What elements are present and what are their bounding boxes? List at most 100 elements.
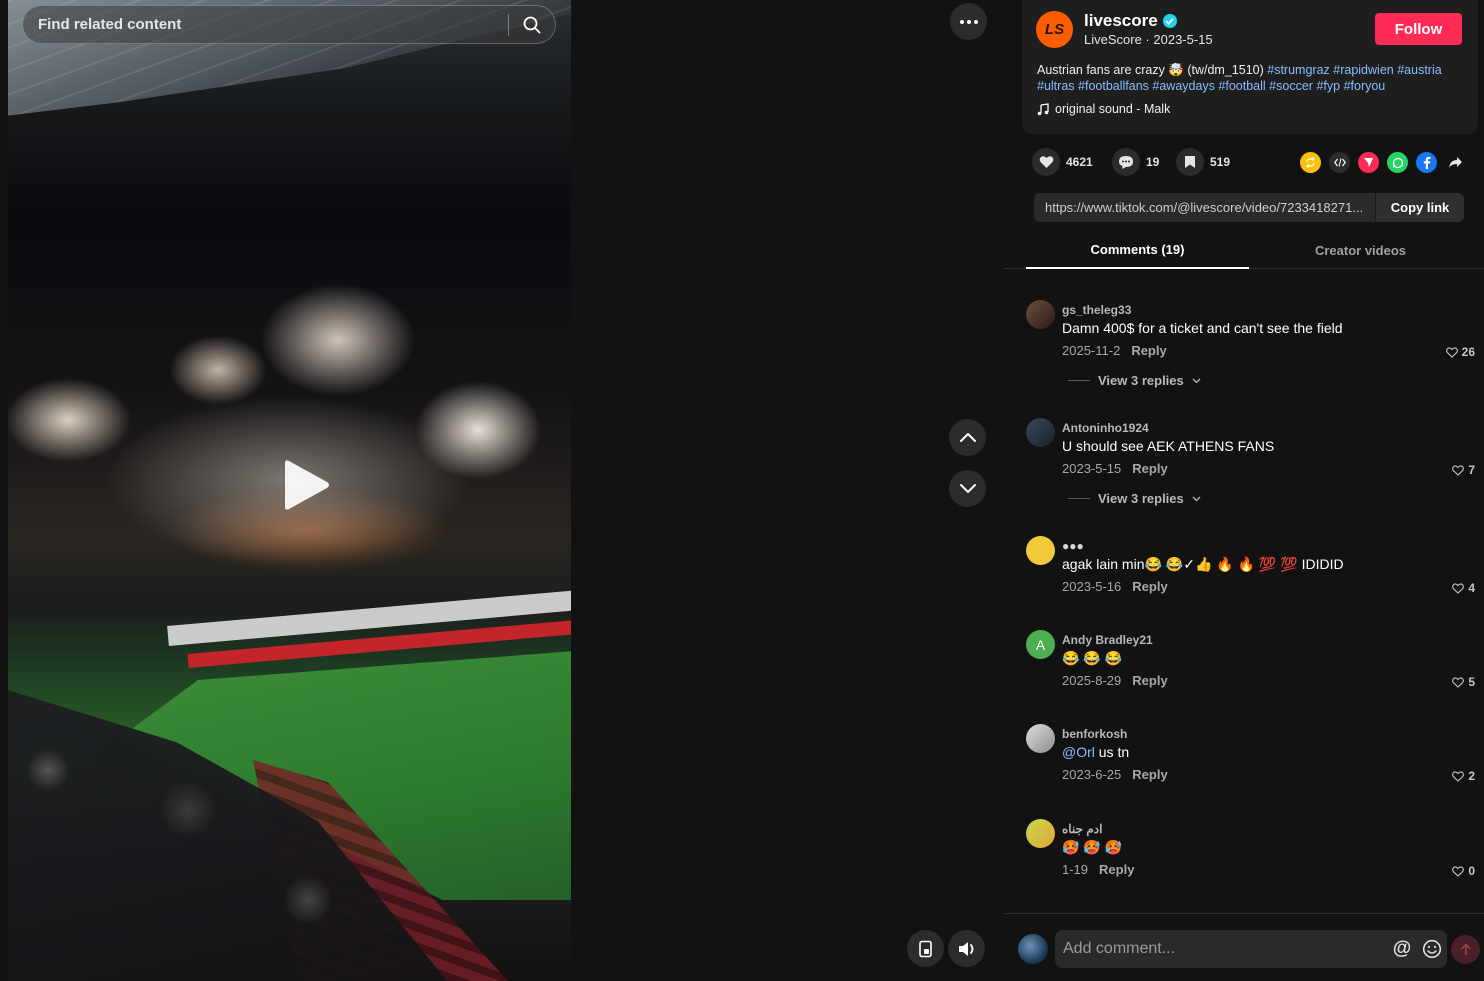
commenter-username[interactable]: benforkosh [1062,727,1127,741]
comment-input[interactable] [1055,930,1387,968]
follow-button[interactable]: Follow [1375,13,1462,45]
comment-meta: 2025-11-2 Reply [1062,343,1167,358]
reply-button[interactable]: Reply [1099,862,1134,877]
commenter-avatar[interactable] [1026,819,1055,848]
author-username[interactable]: livescore [1084,11,1177,31]
like-action[interactable]: 4621 [1032,148,1093,176]
comment-like[interactable]: 7 [1452,463,1475,477]
mini-player-button[interactable] [907,930,944,967]
mention-icon[interactable]: @ [1387,934,1417,964]
more-options-button[interactable] [950,3,987,40]
heart-icon[interactable] [1032,148,1060,176]
emoji-icon[interactable] [1417,934,1447,964]
view-replies-button[interactable]: View 3 replies [1068,491,1201,506]
comment-like[interactable]: 2 [1452,769,1475,783]
sound-link[interactable]: original sound - Malk [1037,102,1170,116]
copy-link-button[interactable]: Copy link [1375,193,1464,222]
author-display-name: LiveScore [1084,32,1142,47]
send-comment-button[interactable] [1451,935,1480,964]
view-replies-label[interactable]: View 3 replies [1098,491,1184,506]
volume-icon [958,941,973,956]
tab-comments[interactable]: Comments (19) [1026,231,1249,269]
heart-outline-icon[interactable] [1452,464,1465,476]
embed-icon[interactable] [1329,152,1350,173]
commenter-avatar[interactable] [1026,724,1055,753]
heart-outline-icon[interactable] [1445,346,1458,358]
comment-meta: 2025-8-29 Reply [1062,673,1168,688]
verified-icon [1162,14,1177,28]
next-video-button[interactable] [949,470,986,507]
comment-date: 2025-8-29 [1062,673,1122,688]
tab-creator-videos[interactable]: Creator videos [1249,231,1472,269]
author-username-text[interactable]: livescore [1084,11,1158,31]
hashtag[interactable]: #strumgraz [1267,63,1330,77]
commenter-avatar[interactable]: A [1026,630,1055,659]
commenter-username[interactable]: Antoninho1924 [1062,421,1149,435]
comment-text: @Orl us tn [1062,744,1129,760]
comment-meta: 2023-5-15 Reply [1062,461,1168,476]
author-card: LS livescore LiveScore · 2023-5-15 Follo… [1022,0,1478,134]
commenter-username[interactable]: Andy Bradley21 [1062,633,1153,647]
commenter-avatar[interactable] [1026,300,1055,329]
comment-meta: 2023-5-16 Reply [1062,579,1168,594]
hashtag[interactable]: #soccer [1269,79,1313,93]
comment-action[interactable]: 19 [1112,148,1159,176]
author-avatar[interactable]: LS [1036,11,1073,48]
view-replies-button[interactable]: View 3 replies [1068,373,1201,388]
comment-like[interactable]: 4 [1452,581,1475,595]
hashtag[interactable]: #footballfans [1078,79,1149,93]
comment-date: 2023-6-25 [1062,767,1122,782]
reply-button[interactable]: Reply [1132,461,1167,476]
heart-outline-icon[interactable] [1452,865,1465,877]
current-user-avatar[interactable] [1018,934,1048,964]
share-options [1300,152,1466,173]
comment-meta: 1-19 Reply [1062,862,1134,877]
mention-link[interactable]: @Orl [1062,744,1095,760]
save-count: 519 [1210,155,1231,169]
comment-like[interactable]: 0 [1452,864,1475,878]
save-action[interactable]: 519 [1176,148,1230,176]
whatsapp-icon[interactable] [1387,152,1408,173]
heart-outline-icon[interactable] [1452,770,1465,782]
volume-button[interactable] [948,930,985,967]
search-input[interactable] [23,6,508,43]
commenter-username[interactable]: ادم جناه [1062,822,1102,836]
play-icon[interactable] [277,457,333,513]
hashtag[interactable]: #ultras [1037,79,1075,93]
hashtag[interactable]: #rapidwien [1333,63,1393,77]
heart-outline-icon[interactable] [1452,582,1465,594]
hashtag[interactable]: #foryou [1344,79,1386,93]
commenter-avatar[interactable] [1026,536,1055,565]
comment-icon[interactable] [1112,148,1140,176]
commenter-avatar[interactable] [1026,418,1055,447]
reply-button[interactable]: Reply [1131,343,1166,358]
reply-button[interactable]: Reply [1132,673,1167,688]
comment-like[interactable]: 5 [1452,675,1475,689]
hashtag[interactable]: #football [1218,79,1265,93]
share-arrow-icon[interactable] [1445,152,1466,173]
hashtag[interactable]: #awaydays [1152,79,1215,93]
comment-text: 🥵 🥵 🥵 [1062,839,1123,855]
bookmark-icon[interactable] [1176,148,1204,176]
view-replies-label[interactable]: View 3 replies [1098,373,1184,388]
reply-button[interactable]: Reply [1132,767,1167,782]
comment-like[interactable]: 26 [1445,345,1475,359]
comment-like-count: 26 [1461,345,1475,359]
video-url[interactable]: https://www.tiktok.com/@livescore/video/… [1034,200,1375,215]
hashtag[interactable]: #fyp [1316,79,1340,93]
commenter-username[interactable]: ●●● [1062,539,1084,553]
sound-name[interactable]: original sound - Malk [1055,102,1170,116]
repost-icon[interactable] [1300,152,1321,173]
side-panel: LS livescore LiveScore · 2023-5-15 Follo… [1004,0,1484,981]
tiktok-video-page: LS livescore LiveScore · 2023-5-15 Follo… [0,0,1484,981]
heart-outline-icon[interactable] [1452,676,1465,688]
reply-button[interactable]: Reply [1132,579,1167,594]
send-to-friends-icon[interactable] [1358,152,1379,173]
commenter-username[interactable]: gs_theleg33 [1062,303,1131,317]
search-icon[interactable] [509,6,555,43]
hashtag[interactable]: #austria [1397,63,1441,77]
facebook-icon[interactable] [1416,152,1437,173]
video-player[interactable] [8,0,571,981]
post-date: 2023-5-15 [1153,32,1213,47]
previous-video-button[interactable] [949,419,986,456]
